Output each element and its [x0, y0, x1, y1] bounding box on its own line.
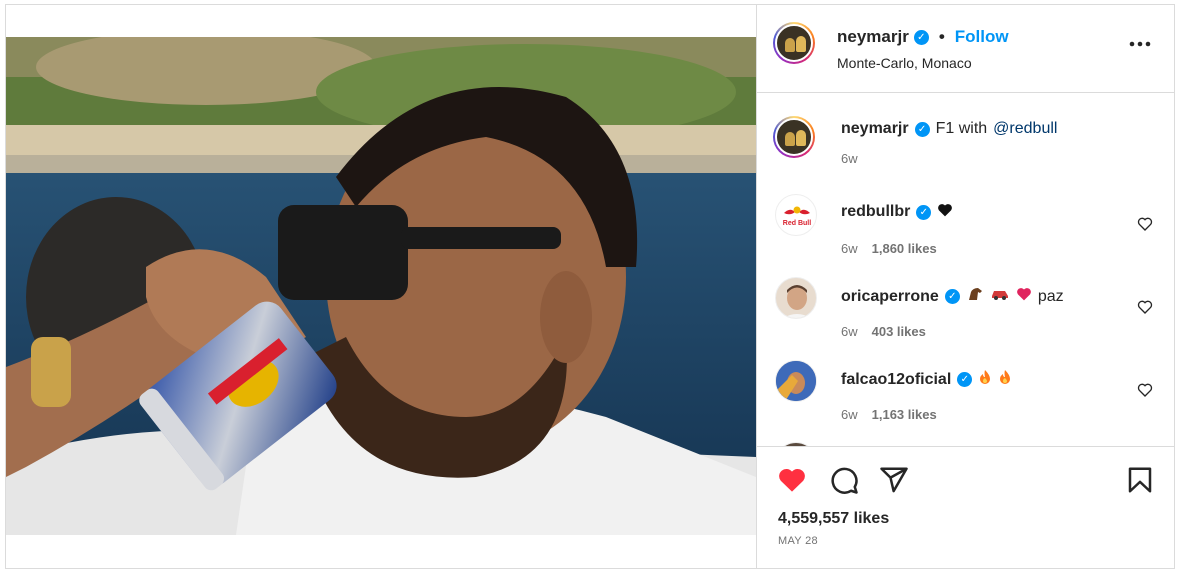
comment-likes[interactable]: 1,860 likes [872, 241, 937, 256]
follow-button[interactable]: Follow [955, 27, 1009, 47]
post-card: neymarjr ✓ • Follow Monte-Carlo, Monaco … [5, 4, 1175, 569]
comment-age[interactable]: 6w [841, 241, 858, 256]
commenter-avatar[interactable] [775, 360, 817, 402]
post-photo[interactable] [6, 5, 756, 568]
black-heart-emoji-icon [937, 203, 953, 221]
comment-like-heart-icon[interactable] [1137, 216, 1153, 232]
post-details-panel: neymarjr ✓ • Follow Monte-Carlo, Monaco … [756, 5, 1175, 568]
caption-age[interactable]: 6w [841, 151, 858, 166]
comment-text: paz [1037, 287, 1064, 305]
comment-author[interactable]: oricaperrone [841, 288, 939, 306]
comment-like-heart-icon[interactable] [1137, 299, 1153, 315]
caption-mention[interactable]: @redbull [993, 120, 1057, 138]
post-likes-count[interactable]: 4,559,557 likes [778, 510, 889, 528]
location-link[interactable]: Monte-Carlo, Monaco [837, 55, 972, 71]
author-line: neymarjr ✓ • Follow [837, 27, 1009, 47]
commenter-avatar[interactable] [775, 277, 817, 319]
post-date[interactable]: MAY 28 [778, 535, 818, 547]
red-bull-logo: Red Bull [783, 220, 811, 227]
comment-like-heart-icon[interactable] [1137, 382, 1153, 398]
post-actions: 4,559,557 likes MAY 28 [757, 446, 1175, 568]
verified-badge-icon: ✓ [913, 29, 929, 45]
post-header: neymarjr ✓ • Follow Monte-Carlo, Monaco [757, 5, 1175, 93]
fire-emoji-icon [978, 369, 992, 390]
comment-age[interactable]: 6w [841, 324, 858, 339]
comment-author[interactable]: falcao12oficial [841, 371, 951, 389]
comment-author[interactable]: redbullbr [841, 203, 910, 221]
verified-badge-icon: ✓ [914, 121, 930, 137]
author-username[interactable]: neymarjr [837, 27, 909, 47]
comments-list[interactable]: neymarjr ✓ F1 with @redbull 6w Red Bull [757, 94, 1175, 446]
comment-likes[interactable]: 403 likes [872, 324, 926, 339]
post-image [6, 37, 756, 535]
author-avatar[interactable] [773, 22, 815, 64]
bookmark-icon[interactable] [1125, 465, 1155, 495]
commenter-avatar[interactable]: Red Bull [775, 194, 817, 236]
comment-age[interactable]: 6w [841, 407, 858, 422]
verified-badge-icon: ✓ [916, 204, 932, 220]
comment-bubble-icon[interactable] [829, 465, 859, 495]
horse-emoji-icon [966, 286, 984, 307]
more-options-icon[interactable] [1129, 35, 1151, 47]
heart-filled-icon[interactable] [777, 465, 807, 495]
verified-badge-icon: ✓ [957, 372, 973, 387]
verified-badge-icon: ✓ [944, 289, 960, 304]
caption-author[interactable]: neymarjr [841, 120, 909, 138]
fire-emoji-icon [998, 369, 1012, 390]
separator-dot: • [938, 27, 945, 46]
car-emoji-icon [990, 287, 1010, 306]
red-heart-emoji-icon [1016, 287, 1032, 306]
caption-text: F1 with [935, 120, 988, 137]
paper-plane-icon[interactable] [879, 465, 909, 495]
caption-author-avatar[interactable] [773, 116, 815, 158]
comment-likes[interactable]: 1,163 likes [872, 407, 937, 422]
